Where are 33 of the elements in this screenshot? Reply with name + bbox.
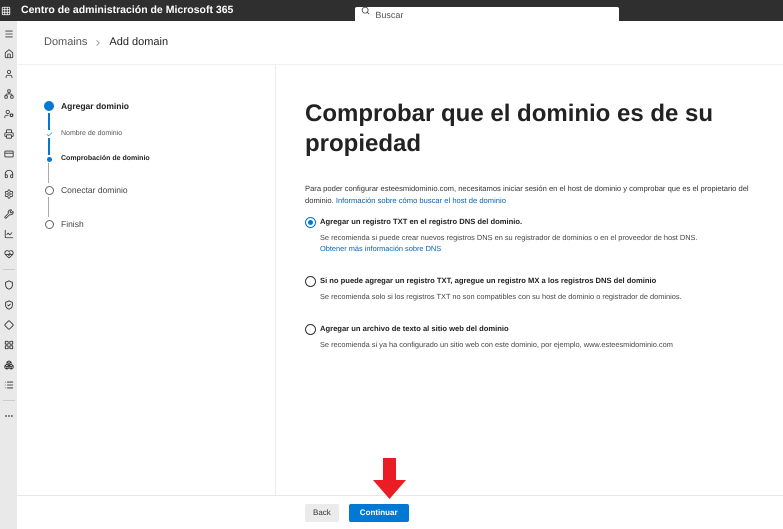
radio-button[interactable] [305, 276, 316, 287]
breadcrumb-item[interactable]: Domains [44, 34, 88, 51]
heart-icon[interactable] [4, 249, 14, 259]
printer-icon[interactable] [4, 129, 14, 139]
back-button[interactable]: Back [305, 504, 339, 522]
headset-icon[interactable] [4, 169, 14, 179]
step-label: Conectar dominio [61, 184, 128, 196]
grid-icon[interactable] [4, 340, 14, 350]
search-field[interactable]: Buscar [355, 6, 620, 24]
user-icon[interactable] [4, 69, 14, 79]
credit-card-icon[interactable] [4, 149, 14, 159]
settings-icon[interactable] [4, 189, 14, 199]
line-chart-icon[interactable] [4, 229, 14, 239]
wrench-icon[interactable] [4, 209, 14, 219]
shield-icon[interactable] [4, 280, 14, 290]
page-title: Comprobar que el dominio es de su propiedad [305, 99, 714, 159]
step-label: Agregar dominio [61, 100, 130, 112]
home-icon[interactable] [4, 49, 14, 59]
arrow-icon [373, 458, 406, 499]
user-gear-icon[interactable] [4, 109, 14, 119]
radio-button[interactable] [305, 217, 316, 228]
shield-icon[interactable] [4, 300, 14, 310]
step-label: Finish [61, 218, 84, 230]
radio-button[interactable] [305, 324, 316, 335]
menu-icon[interactable] [4, 29, 14, 39]
app-title: Centro de administración de Microsoft 365 [21, 2, 234, 18]
breadcrumb-item: Add domain [109, 35, 168, 50]
diamond-icon[interactable] [4, 320, 14, 330]
app-launcher-icon[interactable] [1, 6, 11, 16]
boxes-icon[interactable] [4, 360, 14, 370]
network-icon[interactable] [4, 89, 14, 99]
continue-button[interactable]: Continuar [348, 504, 409, 522]
search-icon [361, 6, 370, 15]
